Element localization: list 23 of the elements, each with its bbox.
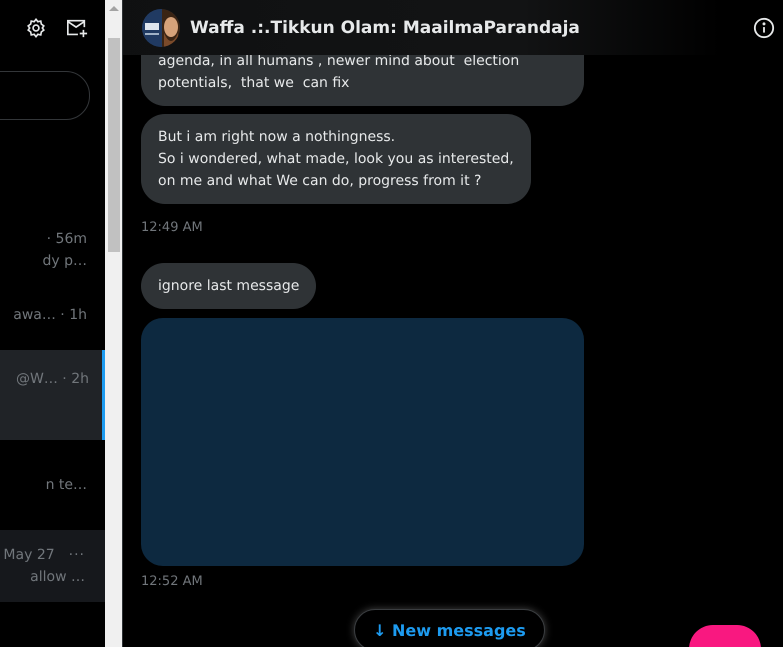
settings-icon[interactable] [25,17,47,39]
conversation-meta: May 27 [3,546,55,565]
message-bubble: ignore last message [141,263,316,309]
conversation-preview: dy p… [42,252,87,271]
conversation-item[interactable]: · 56m dy p… [0,220,105,280]
conversation-item[interactable]: May 27 ··· allow … [0,530,105,602]
conversation-meta: awa… · 1h [13,306,87,325]
new-message-icon[interactable] [65,17,89,39]
conversation-preview: allow … [30,568,85,587]
message-bubble: But i am right now a nothingness. So i wondered, what made, look you as interested, on me and what We can do, progress from it ? [141,114,531,204]
new-messages-button[interactable]: ↓ New messages [354,609,545,647]
message-time: 12:49 AM [141,220,203,235]
scrollbar-thumb[interactable] [108,38,120,252]
conversation-item[interactable]: awa… · 1h [0,280,105,350]
conversation-meta: · 56m [46,230,87,249]
conversation-meta: @W… · 2h [16,370,89,389]
message-time: 12:52 AM [141,574,203,589]
more-button[interactable]: ··· [68,544,85,566]
conversation-item[interactable]: @W… · 2h [0,350,105,440]
conversation-item[interactable]: n te… [0,440,105,530]
scrollbar[interactable] [105,0,122,647]
info-icon[interactable] [753,16,775,38]
conversation-preview: n te… [46,476,87,495]
